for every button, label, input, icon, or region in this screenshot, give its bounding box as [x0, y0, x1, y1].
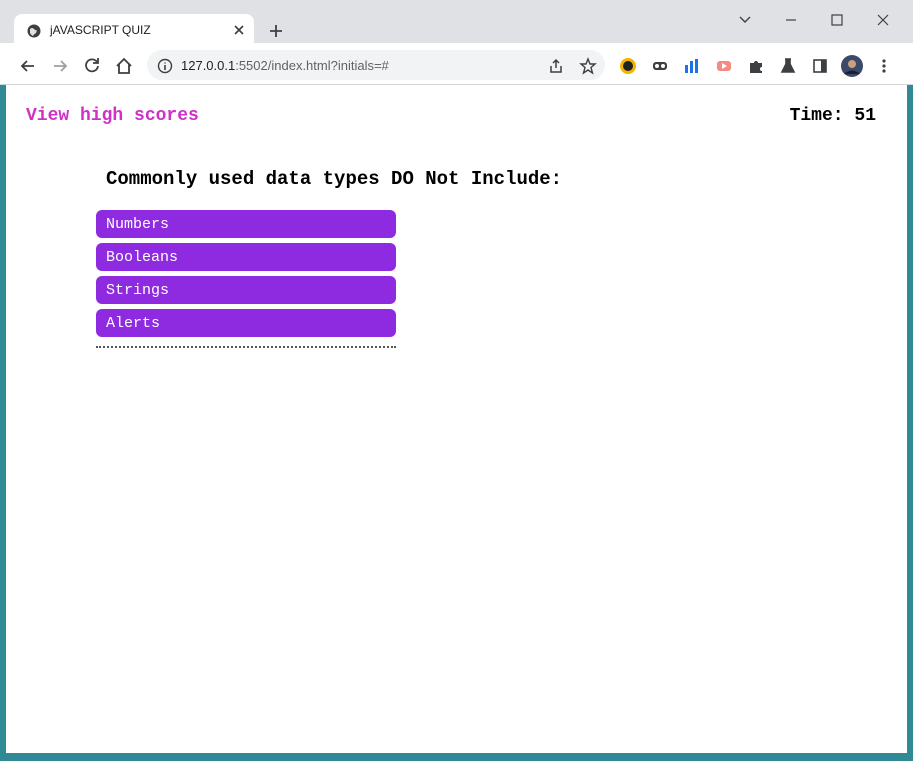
star-icon[interactable] [579, 57, 597, 75]
tab-title: jAVASCRIPT QUIZ [50, 23, 151, 37]
answer-button-numbers[interactable]: Numbers [96, 210, 396, 238]
window-close-icon[interactable] [873, 11, 893, 29]
chevron-down-icon[interactable] [735, 11, 755, 29]
window-border-bottom [0, 753, 913, 761]
info-icon[interactable] [157, 58, 173, 74]
extension-icon[interactable] [779, 57, 797, 75]
extension-icon[interactable] [683, 57, 701, 75]
browser-tab[interactable]: jAVASCRIPT QUIZ [14, 14, 254, 47]
puzzle-icon[interactable] [747, 57, 765, 75]
url-host: 127.0.0.1 [181, 58, 236, 73]
timer: Time: 51 [790, 106, 876, 126]
answer-button-alerts[interactable]: Alerts [96, 309, 396, 337]
view-high-scores-link[interactable]: View high scores [26, 106, 199, 126]
plus-icon[interactable] [266, 21, 286, 41]
maximize-icon[interactable] [827, 11, 847, 29]
extension-icon[interactable] [651, 57, 669, 75]
answer-button-booleans[interactable]: Booleans [96, 243, 396, 271]
question-title: Commonly used data types DO Not Include: [106, 168, 563, 190]
timer-value: 51 [854, 106, 876, 126]
reload-icon[interactable] [82, 56, 102, 76]
title-bar: jAVASCRIPT QUIZ [0, 0, 913, 47]
quiz-page: View high scores Time: 51 Commonly used … [6, 85, 907, 753]
back-icon[interactable] [18, 56, 38, 76]
forward-icon[interactable] [50, 56, 70, 76]
window-border-right [907, 85, 913, 753]
share-icon[interactable] [547, 57, 565, 75]
url-text: 127.0.0.1:5502/index.html?initials=# [181, 58, 389, 73]
browser-toolbar: 127.0.0.1:5502/index.html?initials=# [0, 47, 913, 85]
timer-label: Time: [789, 106, 844, 126]
sidepanel-icon[interactable] [811, 57, 829, 75]
minimize-icon[interactable] [781, 11, 801, 29]
home-icon[interactable] [114, 56, 134, 76]
globe-icon [27, 24, 41, 38]
address-bar[interactable]: 127.0.0.1:5502/index.html?initials=# [147, 50, 605, 80]
extension-icon[interactable] [715, 57, 733, 75]
result-divider [96, 346, 396, 348]
menu-icon[interactable] [875, 57, 893, 75]
url-path: :5502/index.html?initials=# [235, 58, 389, 73]
close-icon[interactable] [232, 23, 246, 37]
extension-icon[interactable] [619, 57, 637, 75]
answer-button-strings[interactable]: Strings [96, 276, 396, 304]
answer-choices: Numbers Booleans Strings Alerts [96, 210, 396, 342]
browser-window: jAVASCRIPT QUIZ 127.0.0.1:5502/index.htm… [0, 0, 913, 761]
profile-avatar[interactable] [841, 55, 863, 77]
window-border-left [0, 85, 6, 753]
